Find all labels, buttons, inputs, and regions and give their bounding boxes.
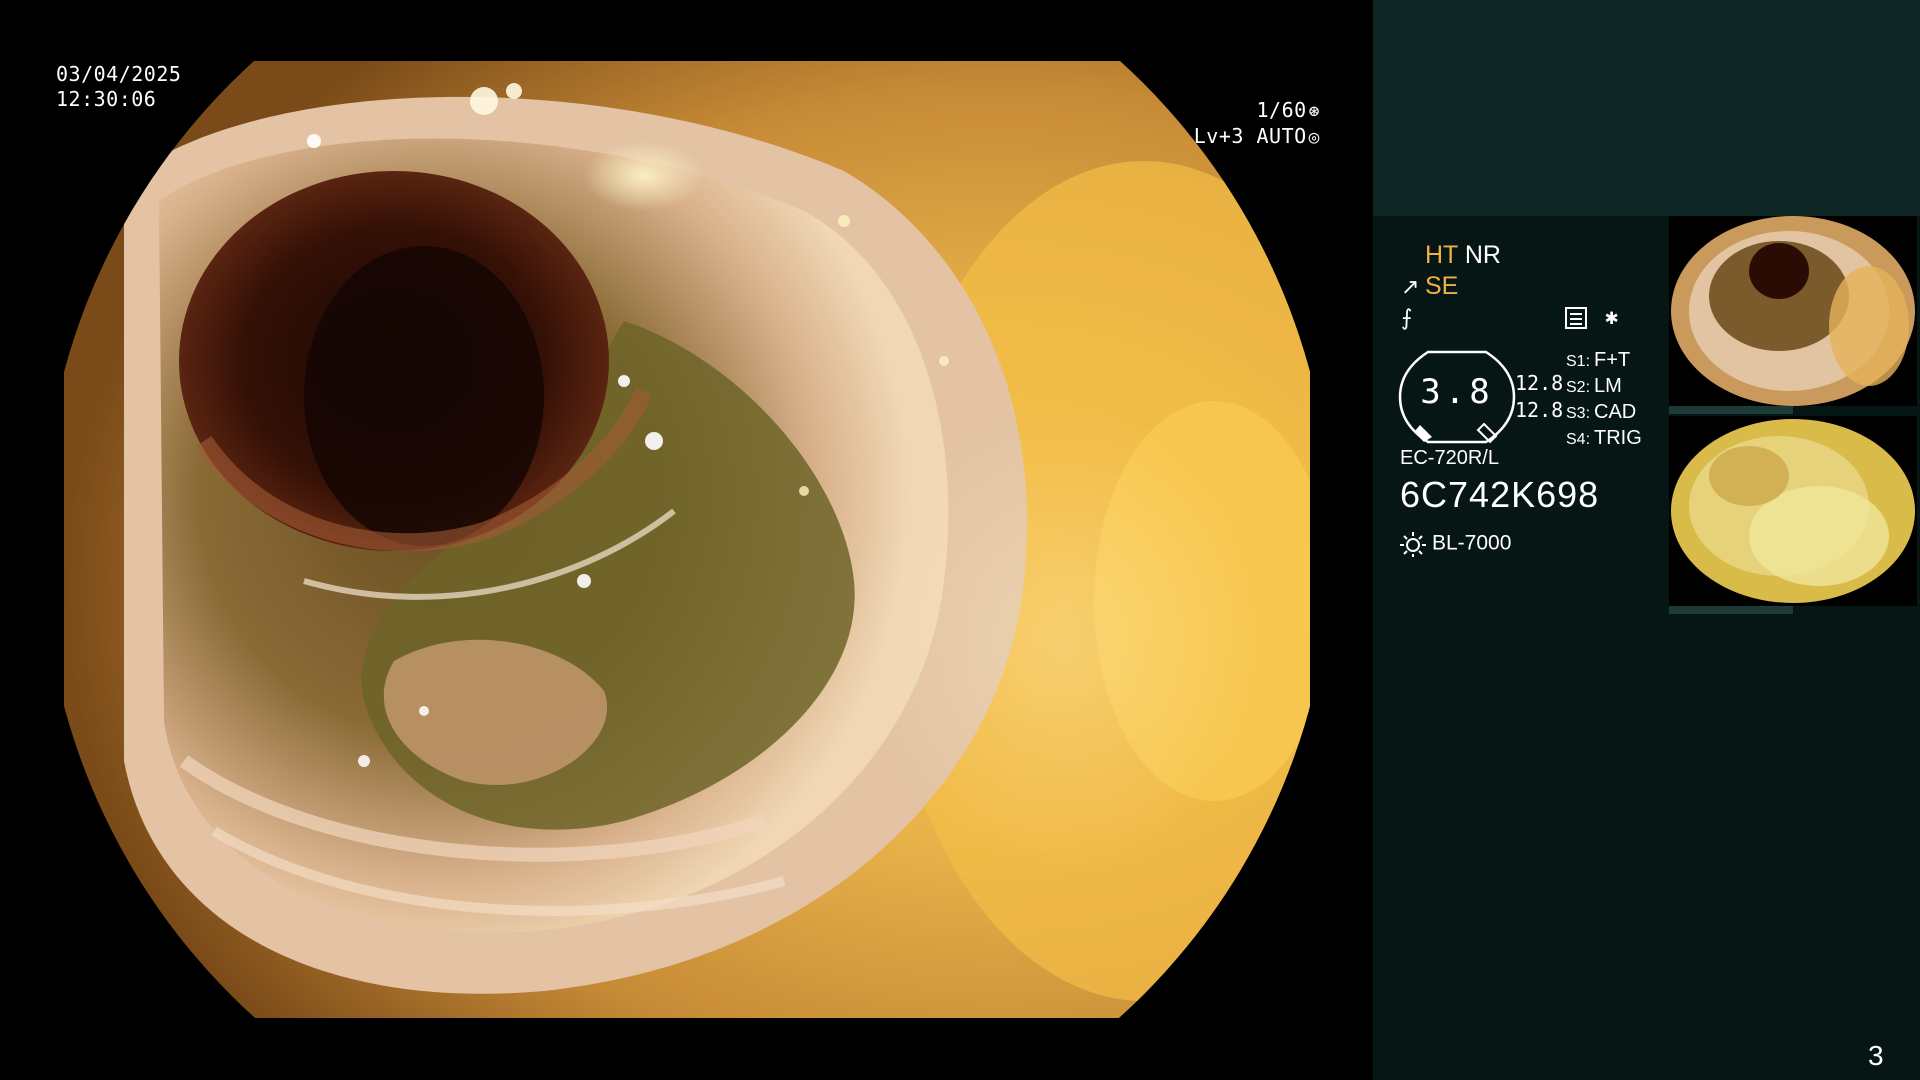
- freeze-icon: ⨍: [1401, 305, 1413, 330]
- light-source: BL-7000: [1400, 531, 1511, 557]
- capture-thumbnail[interactable]: [1669, 216, 1917, 406]
- auto-iris-icon: ◎: [1308, 127, 1320, 148]
- asterisk-icon: ✱: [1605, 305, 1619, 330]
- switch-row: S4: TRIG: [1566, 427, 1642, 449]
- capture-thumbnail[interactable]: [1669, 416, 1917, 606]
- date-text: 03/04/2025: [56, 62, 182, 86]
- scope-model: EC-720R/L: [1400, 447, 1499, 469]
- scope-tip-icon: ↗: [1401, 274, 1420, 299]
- menu-icon: [1565, 307, 1587, 329]
- shutter-text: 1/60: [1256, 98, 1307, 122]
- se-setting: SE: [1425, 272, 1459, 300]
- light-source-icon: [1400, 532, 1426, 557]
- panel-header-block: [1373, 0, 1920, 216]
- page-number: 3: [1868, 1040, 1884, 1071]
- switch-row: S3: CAD: [1566, 401, 1637, 423]
- date-time-readout: 03/04/2025 12:30:06: [56, 62, 181, 112]
- ht-setting: HT: [1425, 241, 1458, 269]
- gauge-side-bottom: 12.8: [1515, 398, 1564, 422]
- gauge-side-values: 12.8 12.8: [1515, 370, 1563, 424]
- image-settings: HT NR ↗ SE ⨍: [1401, 240, 1501, 333]
- endoscopic-image: [64, 61, 1310, 1018]
- shutter-icon: ⊛: [1308, 101, 1320, 122]
- endoscope-video-area: 03/04/2025 12:30:06 1/60 ⊛ Lv+3 AUTO ◎: [0, 0, 1373, 1080]
- mode-text: AUTO: [1256, 124, 1307, 148]
- switch-row: S2: LM: [1566, 375, 1622, 397]
- thumbnail-divider: [1669, 406, 1793, 414]
- switch-assignments: S1: F+T S2: LM S3: CAD S4: TRIG: [1566, 348, 1642, 452]
- switch-row: S1: F+T: [1566, 349, 1631, 371]
- light-source-text: BL-7000: [1432, 531, 1512, 555]
- gauge-value: 3.8: [1420, 372, 1494, 412]
- scope-serial: 6C742K698: [1400, 474, 1600, 515]
- gauge-side-top: 12.8: [1515, 371, 1564, 395]
- exposure-readout: 1/60 ⊛ Lv+3 AUTO ◎: [1180, 98, 1320, 150]
- thumbnail-divider: [1669, 606, 1793, 614]
- level-text: Lv+3: [1193, 124, 1244, 148]
- time-text: 12:30:06: [56, 87, 157, 111]
- panel-icons: ✱: [1565, 305, 1618, 330]
- nr-setting: NR: [1464, 241, 1501, 269]
